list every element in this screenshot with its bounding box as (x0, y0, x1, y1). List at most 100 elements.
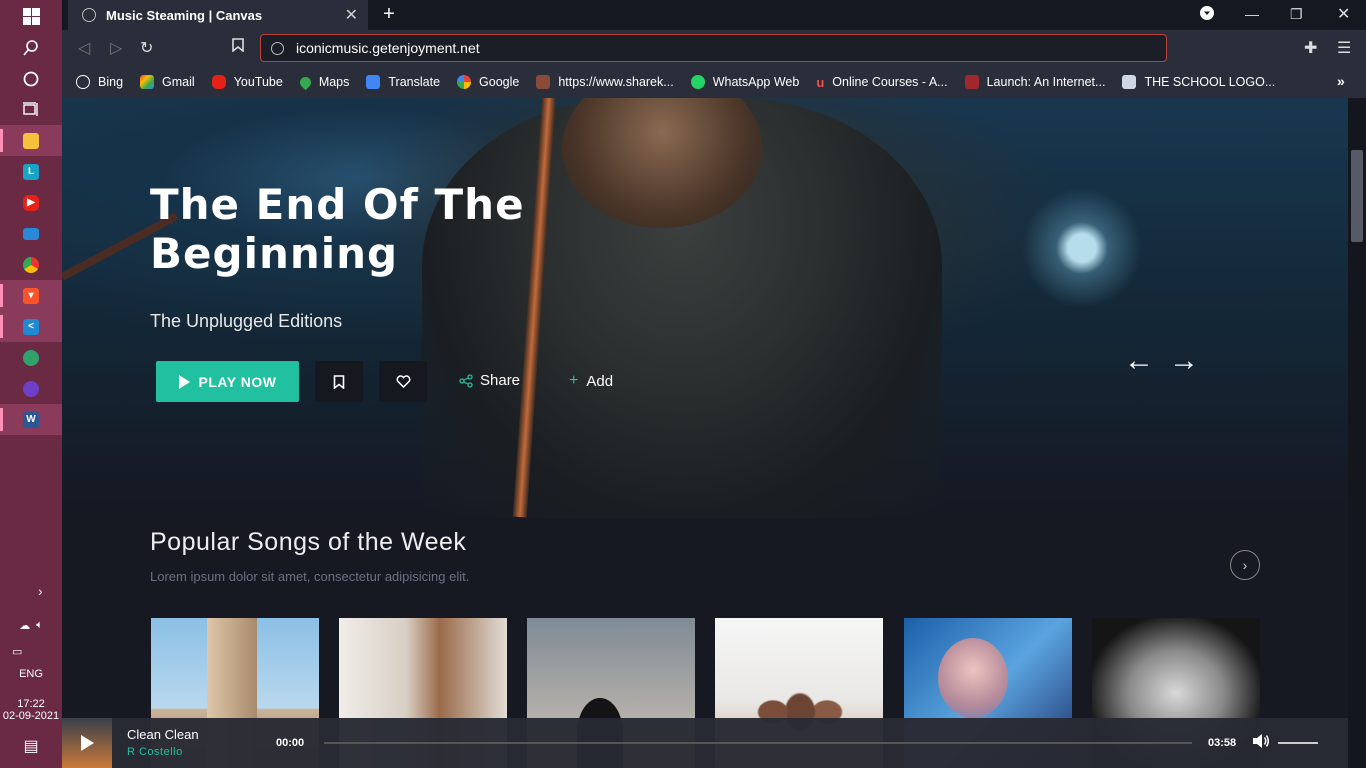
add-button[interactable]: + Add (569, 372, 613, 390)
bookmark-page-icon[interactable] (232, 38, 244, 57)
system-tray: › ☁ 🔈︎ ▭ ENG 17:22 02-09-2021 ▤ (0, 583, 62, 768)
url-text[interactable]: iconicmusic.getenjoyment.net (296, 40, 480, 56)
bookmarks-bar: Bing Gmail YouTube Maps Translate Google… (62, 66, 1366, 98)
profile-dropdown-icon[interactable] (1200, 6, 1214, 23)
brave-icon: ▾ (23, 287, 39, 304)
search-icon (23, 39, 38, 56)
scrollbar-thumb[interactable] (1351, 150, 1363, 242)
menu-icon[interactable]: ☰ (1337, 38, 1351, 58)
bookmark-whatsapp[interactable]: WhatsApp Web (690, 75, 799, 89)
taskbar-brave[interactable]: ▾ (0, 280, 62, 311)
carousel-next-icon[interactable]: › (1230, 550, 1260, 580)
reload-icon[interactable]: ↻ (140, 38, 153, 58)
taskbar-vscode[interactable]: < (0, 311, 62, 342)
plus-icon: + (569, 372, 579, 389)
bookmark-translate[interactable]: Translate (366, 75, 440, 89)
onedrive-icon[interactable]: ☁ (19, 619, 30, 639)
player-progress-bar[interactable] (324, 742, 1192, 744)
bookmark-button[interactable] (315, 361, 363, 402)
hero-banner: The End Of The Beginning The Unplugged E… (62, 98, 1348, 518)
popular-section-title: Popular Songs of the Week (150, 528, 467, 556)
volume-icon[interactable]: 🔈︎ (36, 619, 43, 639)
bookmark-school-logo[interactable]: THE SCHOOL LOGO... (1122, 75, 1275, 89)
taskbar-app-green[interactable] (0, 342, 62, 373)
volume-icon[interactable] (1252, 733, 1270, 754)
task-view-button[interactable] (0, 94, 62, 125)
browser-tab[interactable]: Music Steaming | Canvas ✕ (68, 0, 368, 30)
share-button[interactable]: Share (459, 372, 520, 389)
language-indicator[interactable]: ENG (0, 668, 62, 680)
minimize-icon[interactable]: — (1245, 6, 1259, 22)
youtube-icon (211, 75, 226, 89)
bookmark-launch[interactable]: Launch: An Internet... (964, 75, 1105, 89)
taskbar-desktop[interactable] (0, 218, 62, 249)
like-button[interactable] (379, 361, 427, 402)
network-icon[interactable]: ▭ (0, 645, 62, 658)
youtube-icon: ▶ (23, 194, 39, 211)
gmail-icon (140, 75, 155, 89)
translate-icon (366, 75, 381, 89)
chevron-up-icon[interactable]: › (38, 583, 43, 599)
chrome-icon (23, 256, 39, 273)
bookmark-youtube[interactable]: YouTube (211, 75, 283, 89)
popular-section-subtitle: Lorem ipsum dolor sit amet, consectetur … (150, 569, 470, 584)
vscode-icon: < (23, 318, 39, 335)
taskbar-file-explorer[interactable] (0, 125, 62, 156)
back-icon[interactable]: ◁ (78, 38, 90, 58)
bookmark-gmail[interactable]: Gmail (140, 75, 195, 89)
prev-slide-arrow-icon[interactable]: ← (1124, 344, 1154, 378)
clock-time[interactable]: 17:22 (0, 698, 62, 710)
player-total-time: 03:58 (1208, 737, 1237, 749)
cortana-icon (23, 71, 39, 86)
bookmark-online-courses[interactable]: u Online Courses - A... (816, 75, 947, 90)
bookmark-bing[interactable]: Bing (76, 75, 123, 89)
start-button[interactable] (0, 0, 62, 32)
site-info-icon[interactable] (271, 41, 284, 55)
next-slide-arrow-icon[interactable]: → (1169, 344, 1199, 378)
music-player-bar: Clean Clean R Costello 00:00 03:58 (62, 718, 1348, 768)
address-bar[interactable]: iconicmusic.getenjoyment.net (260, 34, 1167, 62)
volume-slider[interactable] (1278, 742, 1318, 744)
close-tab-icon[interactable]: ✕ (345, 5, 358, 25)
more-bookmarks-icon[interactable]: » (1337, 73, 1345, 89)
google-icon (457, 75, 472, 89)
word-icon: W (23, 411, 39, 428)
player-play-button[interactable] (62, 718, 112, 768)
taskbar-chrome[interactable] (0, 249, 62, 280)
new-tab-button[interactable]: + (378, 3, 400, 26)
github-icon (23, 380, 39, 397)
bookmark-sharek[interactable]: https://www.sharek... (536, 75, 674, 89)
search-button[interactable] (0, 32, 62, 63)
tab-title: Music Steaming | Canvas (106, 7, 263, 23)
bookmark-google[interactable]: Google (457, 75, 519, 89)
whatsapp-icon (690, 75, 705, 89)
page-scrollbar[interactable] (1348, 98, 1366, 768)
navigation-bar: ◁ ▷ ↻ iconicmusic.getenjoyment.net ✚ ☰ (62, 30, 1366, 66)
play-icon (80, 735, 94, 751)
monitor-icon (23, 227, 39, 240)
windows-taskbar: L ▶ ▾ < W › ☁ 🔈︎ ▭ ENG 17:22 02-09-2021 … (0, 0, 62, 768)
bookmark-icon (333, 374, 345, 389)
restore-icon[interactable]: ❐ (1290, 6, 1303, 23)
play-now-button[interactable]: PLAY NOW (156, 361, 299, 402)
tab-bar: Music Steaming | Canvas ✕ + — ❐ ✕ (62, 0, 1366, 30)
cortana-button[interactable] (0, 63, 62, 94)
bookmark-maps[interactable]: Maps (297, 74, 349, 90)
extensions-icon[interactable]: ✚ (1304, 38, 1317, 58)
player-artist[interactable]: R Costello (127, 746, 183, 758)
player-track-title: Clean Clean (127, 727, 199, 742)
taskbar-word[interactable]: W (0, 404, 62, 435)
notifications-icon[interactable]: ▤ (0, 736, 62, 756)
taskbar-github[interactable] (0, 373, 62, 404)
clock-date[interactable]: 02-09-2021 (0, 710, 62, 722)
player-current-time: 00:00 (276, 737, 305, 749)
sharek-icon (536, 75, 551, 89)
forward-icon[interactable]: ▷ (110, 38, 122, 58)
udemy-icon: u (816, 75, 825, 90)
taskbar-app-l[interactable]: L (0, 156, 62, 187)
globe-green-icon (23, 349, 39, 366)
web-page: The End Of The Beginning The Unplugged E… (62, 98, 1348, 768)
taskbar-youtube[interactable]: ▶ (0, 187, 62, 218)
l-app-icon: L (23, 163, 39, 180)
close-window-icon[interactable]: ✕ (1337, 4, 1350, 24)
